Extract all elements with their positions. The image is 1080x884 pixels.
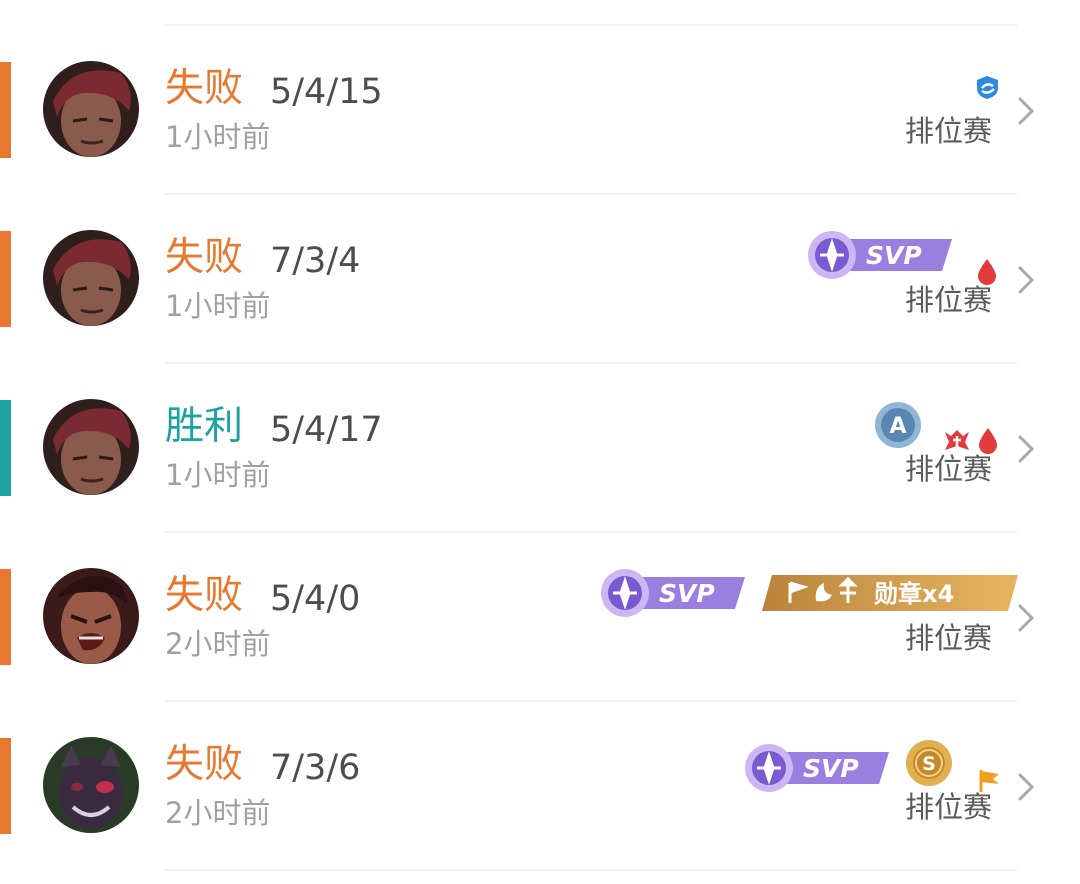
- grade-a-badge: A: [873, 400, 923, 450]
- result-accent-bar: [0, 62, 11, 158]
- hero-avatar: [43, 568, 139, 664]
- row-divider: [165, 869, 1017, 871]
- hero-avatar: [43, 399, 139, 495]
- game-mode: 排位赛: [905, 790, 993, 824]
- medal-label: 勋章x4: [873, 580, 954, 608]
- kda-score: 5/4/15: [270, 72, 383, 112]
- hero-avatar: [43, 61, 139, 157]
- match-time: 1小时前: [165, 458, 271, 492]
- kda-score: 7/3/6: [270, 748, 361, 788]
- kda-score: 5/4/0: [270, 579, 361, 619]
- svp-label: SVP: [659, 579, 715, 608]
- match-row[interactable]: 失败 5/4/15 1小时前 排位赛: [0, 24, 1080, 193]
- result-accent-bar: [0, 569, 11, 665]
- hero-avatar: [43, 737, 139, 833]
- svp-badge: SVP: [804, 229, 952, 281]
- match-row[interactable]: 失败 7/3/4 1小时前 SVP 排位赛: [0, 193, 1080, 362]
- svp-badge: SVP: [741, 742, 889, 794]
- match-time: 2小时前: [165, 627, 271, 661]
- game-mode: 排位赛: [905, 621, 993, 655]
- match-time: 1小时前: [165, 120, 271, 154]
- result-accent-bar: [0, 231, 11, 327]
- grade-label: A: [889, 414, 906, 439]
- chevron-right-icon[interactable]: [1013, 260, 1043, 300]
- team-support-icon: [974, 74, 1002, 100]
- result-accent-bar: [0, 400, 11, 496]
- grade-s-badge: S: [905, 739, 953, 787]
- match-result: 失败: [165, 66, 244, 111]
- svp-label: SVP: [803, 754, 859, 783]
- match-time: 1小时前: [165, 289, 271, 323]
- chevron-right-icon[interactable]: [1013, 91, 1043, 131]
- grade-label: S: [922, 753, 936, 775]
- match-time: 2小时前: [165, 796, 271, 830]
- chevron-right-icon[interactable]: [1013, 429, 1043, 469]
- match-result: 失败: [165, 235, 244, 280]
- result-accent-bar: [0, 738, 11, 834]
- match-result: 失败: [165, 742, 244, 787]
- svp-badge: SVP: [597, 567, 745, 619]
- match-result: 胜利: [165, 404, 244, 449]
- kda-score: 5/4/17: [270, 410, 383, 450]
- game-mode: 排位赛: [905, 283, 993, 317]
- chevron-right-icon[interactable]: [1013, 598, 1043, 638]
- match-row[interactable]: 失败 7/3/6 2小时前 SVP S 排位赛: [0, 700, 1080, 869]
- game-mode: 排位赛: [905, 452, 993, 486]
- match-row[interactable]: 失败 5/4/0 2小时前 SVP 勋章x4 排位赛: [0, 531, 1080, 700]
- svp-label: SVP: [866, 241, 922, 270]
- match-row[interactable]: 胜利 5/4/17 1小时前 A 排位赛: [0, 362, 1080, 531]
- match-result: 失败: [165, 573, 244, 618]
- medal-badge: 勋章x4: [762, 573, 1018, 613]
- kda-score: 7/3/4: [270, 241, 361, 281]
- hero-avatar: [43, 230, 139, 326]
- game-mode: 排位赛: [905, 114, 993, 148]
- chevron-right-icon[interactable]: [1013, 767, 1043, 807]
